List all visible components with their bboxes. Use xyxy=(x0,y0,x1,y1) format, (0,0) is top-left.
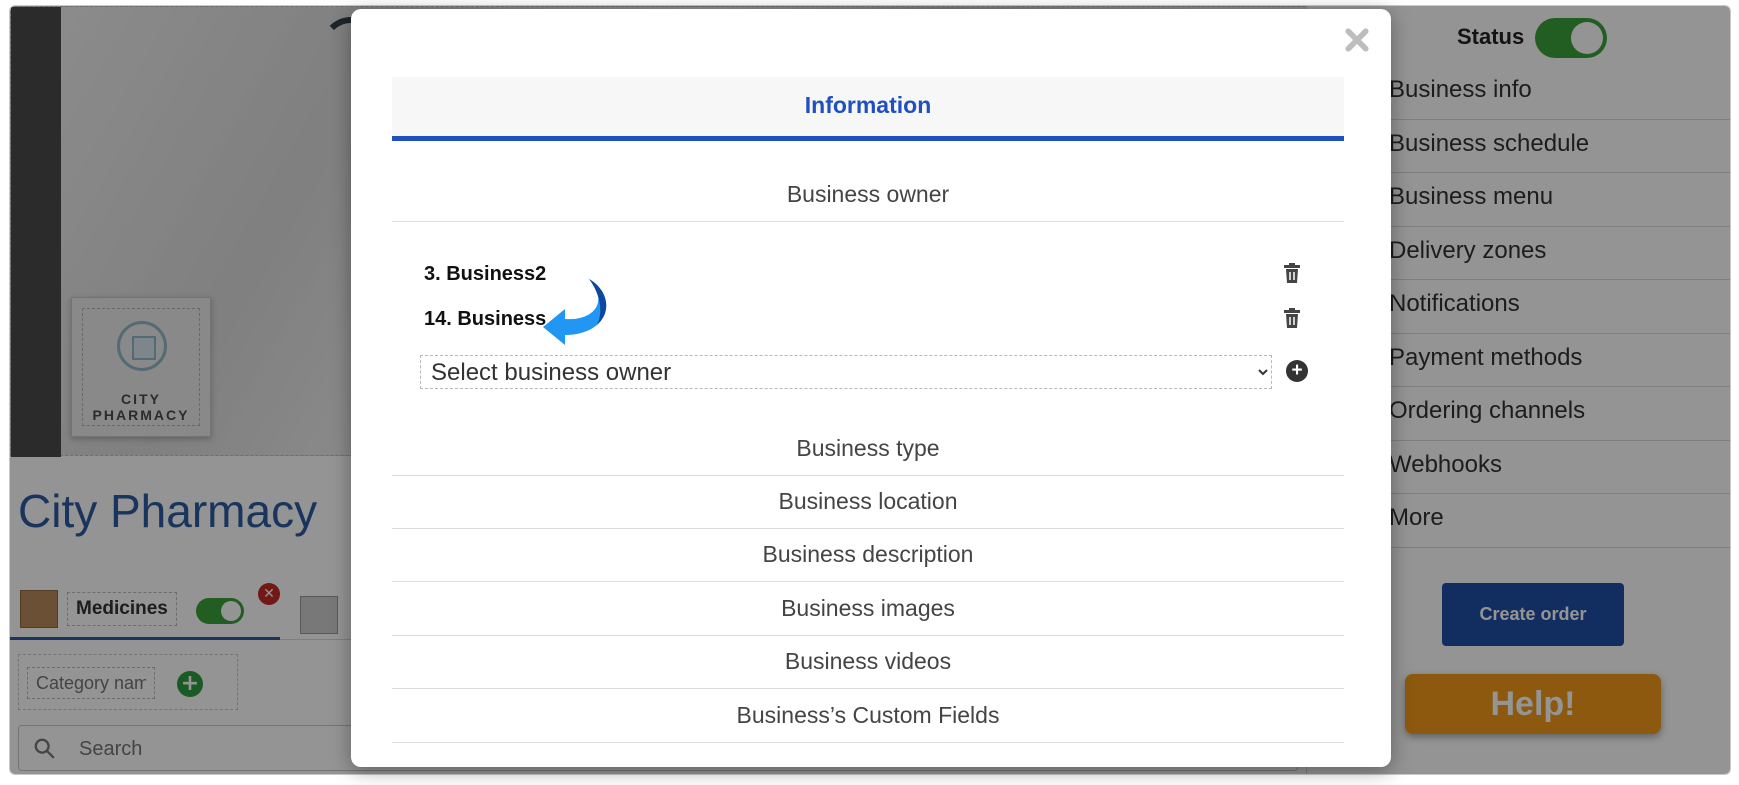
section-business-owner[interactable]: Business owner xyxy=(392,169,1344,222)
section-business-location[interactable]: Business location xyxy=(392,476,1344,529)
select-business-owner[interactable]: Select business owner xyxy=(420,355,1272,389)
tab-information[interactable]: Information xyxy=(805,77,932,119)
modal-tabbar: Information xyxy=(392,77,1344,141)
close-icon[interactable] xyxy=(1339,23,1375,59)
section-business-images[interactable]: Business images xyxy=(392,583,1344,636)
curved-arrow-icon xyxy=(543,279,607,345)
section-business-videos[interactable]: Business videos xyxy=(392,636,1344,689)
section-business-description[interactable]: Business description xyxy=(392,529,1344,582)
owner-name: 14. Business xyxy=(424,308,547,330)
owner-name: 3. Business2 xyxy=(424,263,547,285)
trash-icon[interactable] xyxy=(1280,306,1304,330)
section-business-type[interactable]: Business type xyxy=(392,423,1344,476)
add-owner-icon[interactable]: + xyxy=(1286,360,1308,382)
trash-icon[interactable] xyxy=(1280,261,1304,285)
business-info-modal: Information Business owner 3. Business2 … xyxy=(351,9,1391,767)
section-custom-fields[interactable]: Business’s Custom Fields xyxy=(392,690,1344,743)
